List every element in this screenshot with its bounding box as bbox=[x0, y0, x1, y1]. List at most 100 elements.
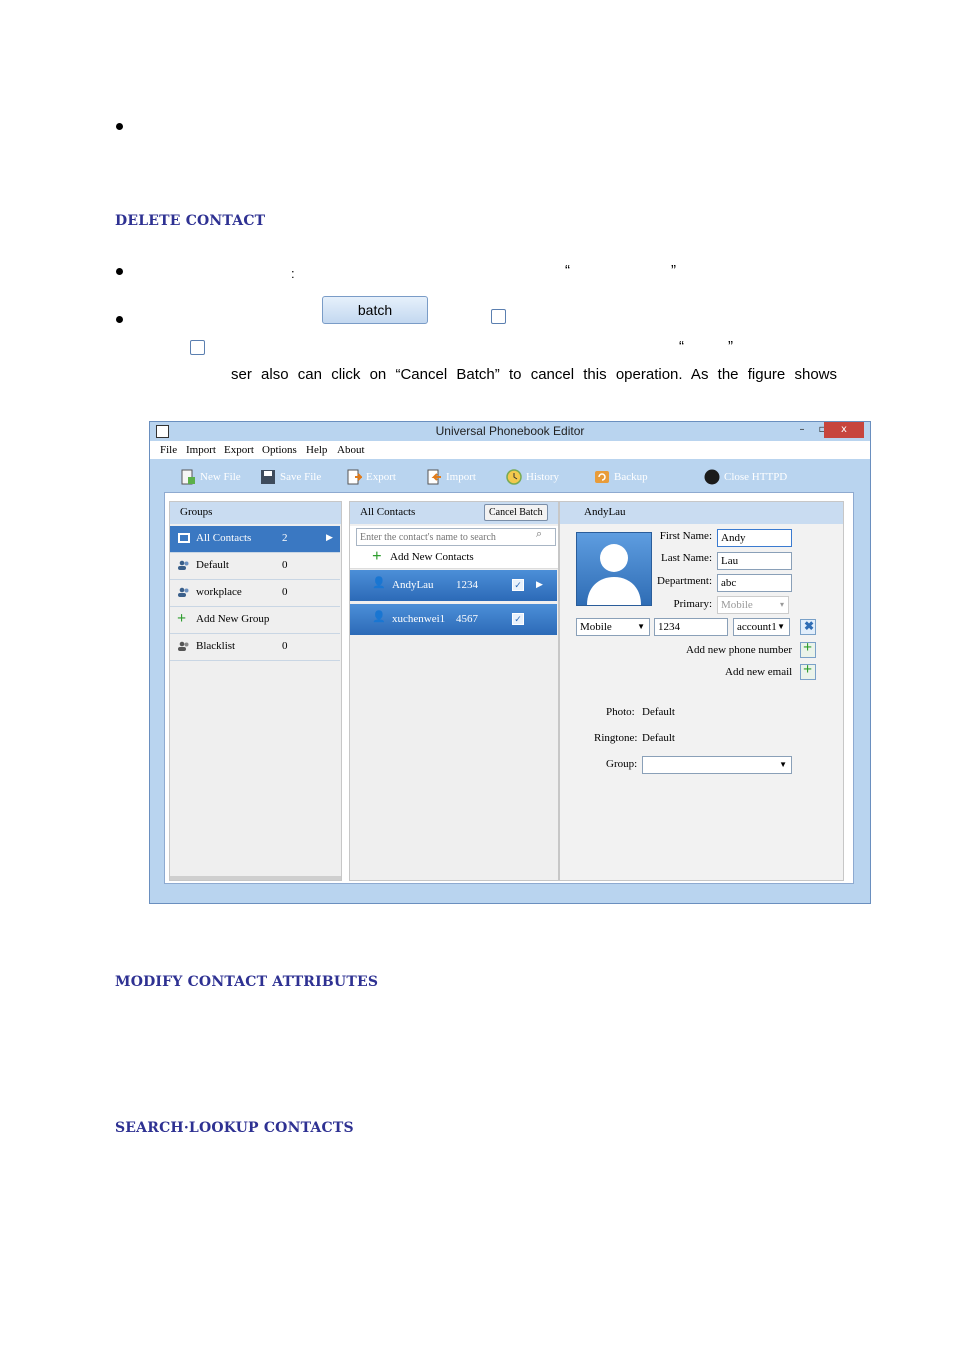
contact-row[interactable]: 👤 xuchenwei1 4567 ✓ bbox=[350, 604, 557, 635]
content-area: Groups All Contacts 2 ▶ Default 0 workpl… bbox=[164, 492, 854, 884]
record-icon bbox=[704, 469, 720, 485]
import-label: Import bbox=[446, 471, 476, 483]
menu-options[interactable]: Options bbox=[262, 444, 297, 456]
import-icon bbox=[427, 469, 441, 485]
cancel-batch-button[interactable]: Cancel Batch bbox=[484, 504, 548, 521]
phonebook-window: Universal Phonebook Editor – ▫ x File Im… bbox=[149, 421, 871, 904]
group-select[interactable]: ▼ bbox=[642, 756, 792, 774]
backup-label: Backup bbox=[614, 471, 648, 483]
users-icon bbox=[178, 587, 189, 597]
checkbox-icon bbox=[190, 340, 205, 355]
close-httpd-button[interactable]: Close HTTPD bbox=[704, 469, 787, 485]
groups-title: Groups bbox=[180, 506, 213, 518]
history-icon bbox=[506, 469, 522, 485]
heading-search-lookup: SEARCH·LOOKUP CONTACTS bbox=[115, 1120, 354, 1136]
account-select[interactable]: account1 ▼ bbox=[733, 618, 790, 636]
detail-header: AndyLau bbox=[560, 502, 843, 524]
group-count: 0 bbox=[282, 640, 288, 652]
contact-checkbox[interactable]: ✓ bbox=[512, 613, 524, 625]
contact-number: 1234 bbox=[456, 579, 478, 591]
contact-checkbox[interactable]: ✓ bbox=[512, 579, 524, 591]
person-silhouette-icon bbox=[587, 544, 641, 605]
menu-import[interactable]: Import bbox=[186, 444, 216, 456]
chevron-right-icon: ▶ bbox=[326, 532, 333, 542]
checkbox-icon bbox=[491, 309, 506, 324]
new-file-icon bbox=[181, 469, 195, 485]
menu-export[interactable]: Export bbox=[224, 444, 254, 456]
add-phone-button[interactable]: + bbox=[800, 639, 816, 658]
group-label: Blacklist bbox=[196, 640, 236, 652]
phone-type-select[interactable]: Mobile ▼ bbox=[576, 618, 650, 636]
add-email-button[interactable]: + bbox=[800, 661, 816, 680]
chevron-down-icon: ▼ bbox=[779, 760, 787, 769]
group-default[interactable]: Default 0 bbox=[170, 553, 340, 580]
menu-help[interactable]: Help bbox=[306, 444, 327, 456]
groups-panel: Groups All Contacts 2 ▶ Default 0 workpl… bbox=[169, 501, 342, 881]
first-name-field[interactable]: Andy bbox=[717, 529, 792, 547]
menu-bar: File Import Export Options Help About bbox=[150, 441, 870, 459]
colon-fragment: : bbox=[291, 266, 295, 281]
export-button[interactable]: Export bbox=[346, 469, 396, 485]
open-quote: “ bbox=[565, 262, 570, 279]
open-quote: “ bbox=[679, 338, 684, 355]
batch-button-image: batch bbox=[322, 296, 428, 324]
heading-modify-attributes: MODIFY CONTACT ATTRIBUTES bbox=[115, 974, 379, 990]
remove-phone-button[interactable]: ✖ bbox=[800, 619, 816, 635]
contact-number: 4567 bbox=[456, 613, 478, 625]
window-title: Universal Phonebook Editor bbox=[435, 424, 585, 438]
person-icon: 👤 bbox=[372, 611, 386, 623]
users-icon bbox=[178, 641, 189, 651]
ringtone-value[interactable]: Default bbox=[642, 732, 675, 744]
menu-file[interactable]: File bbox=[160, 444, 177, 456]
title-bar: Universal Phonebook Editor – ▫ x bbox=[150, 422, 870, 441]
plus-icon: + bbox=[803, 661, 813, 678]
group-label: Default bbox=[196, 559, 229, 571]
history-button[interactable]: History bbox=[506, 469, 559, 485]
account-value: account1 bbox=[737, 621, 777, 633]
menu-about[interactable]: About bbox=[337, 444, 365, 456]
phone-number-field[interactable]: 1234 bbox=[654, 618, 728, 636]
last-name-label: Last Name: bbox=[660, 552, 712, 564]
phone-type-value: Mobile bbox=[580, 621, 612, 633]
save-icon bbox=[261, 470, 275, 484]
group-workplace[interactable]: workplace 0 bbox=[170, 580, 340, 607]
minimize-button[interactable]: – bbox=[794, 422, 810, 438]
group-all-contacts[interactable]: All Contacts 2 ▶ bbox=[170, 526, 340, 553]
contact-name: xuchenwei1 bbox=[392, 613, 446, 625]
close-button[interactable]: x bbox=[824, 422, 864, 438]
chevron-down-icon: ▼ bbox=[637, 622, 645, 631]
add-new-group-button[interactable]: + Add New Group bbox=[170, 607, 340, 634]
primary-label: Primary: bbox=[673, 598, 713, 610]
groups-header: Groups bbox=[170, 502, 341, 524]
new-file-button[interactable]: New File bbox=[180, 469, 241, 485]
group-blacklist[interactable]: Blacklist 0 bbox=[170, 634, 340, 661]
person-icon: 👤 bbox=[372, 577, 386, 589]
heading-delete-contact: DELETE CONTACT bbox=[115, 213, 266, 229]
save-file-button[interactable]: Save File bbox=[260, 469, 321, 485]
photo-label: Photo: bbox=[606, 706, 635, 718]
contacts-icon bbox=[178, 533, 190, 543]
department-field[interactable]: abc bbox=[717, 574, 792, 592]
primary-value: Mobile bbox=[721, 599, 753, 611]
import-button[interactable]: Import bbox=[426, 469, 476, 485]
close-quote: ” bbox=[671, 262, 676, 279]
contact-row[interactable]: 👤 AndyLau 1234 ✓ ▶ bbox=[350, 570, 557, 601]
plus-icon: + bbox=[803, 639, 813, 656]
contacts-title: All Contacts bbox=[360, 506, 416, 518]
users-icon bbox=[178, 560, 189, 570]
detail-panel: AndyLau First Name: Andy Last Name: Lau … bbox=[559, 501, 844, 881]
add-new-contact-button[interactable]: + Add New Contacts bbox=[350, 546, 558, 569]
group-count: 0 bbox=[282, 586, 288, 598]
ringtone-label: Ringtone: bbox=[594, 732, 638, 744]
search-input[interactable] bbox=[356, 528, 556, 546]
chevron-down-icon: ▼ bbox=[777, 622, 785, 631]
group-count: 2 bbox=[282, 532, 288, 544]
groups-scrollbar[interactable] bbox=[170, 876, 341, 880]
avatar[interactable] bbox=[576, 532, 652, 606]
photo-value[interactable]: Default bbox=[642, 706, 675, 718]
search-row: ⌕ bbox=[350, 526, 558, 548]
backup-button[interactable]: Backup bbox=[594, 469, 648, 485]
last-name-field[interactable]: Lau bbox=[717, 552, 792, 570]
group-label: Group: bbox=[606, 758, 638, 770]
primary-select[interactable]: Mobile ▾ bbox=[717, 596, 789, 614]
